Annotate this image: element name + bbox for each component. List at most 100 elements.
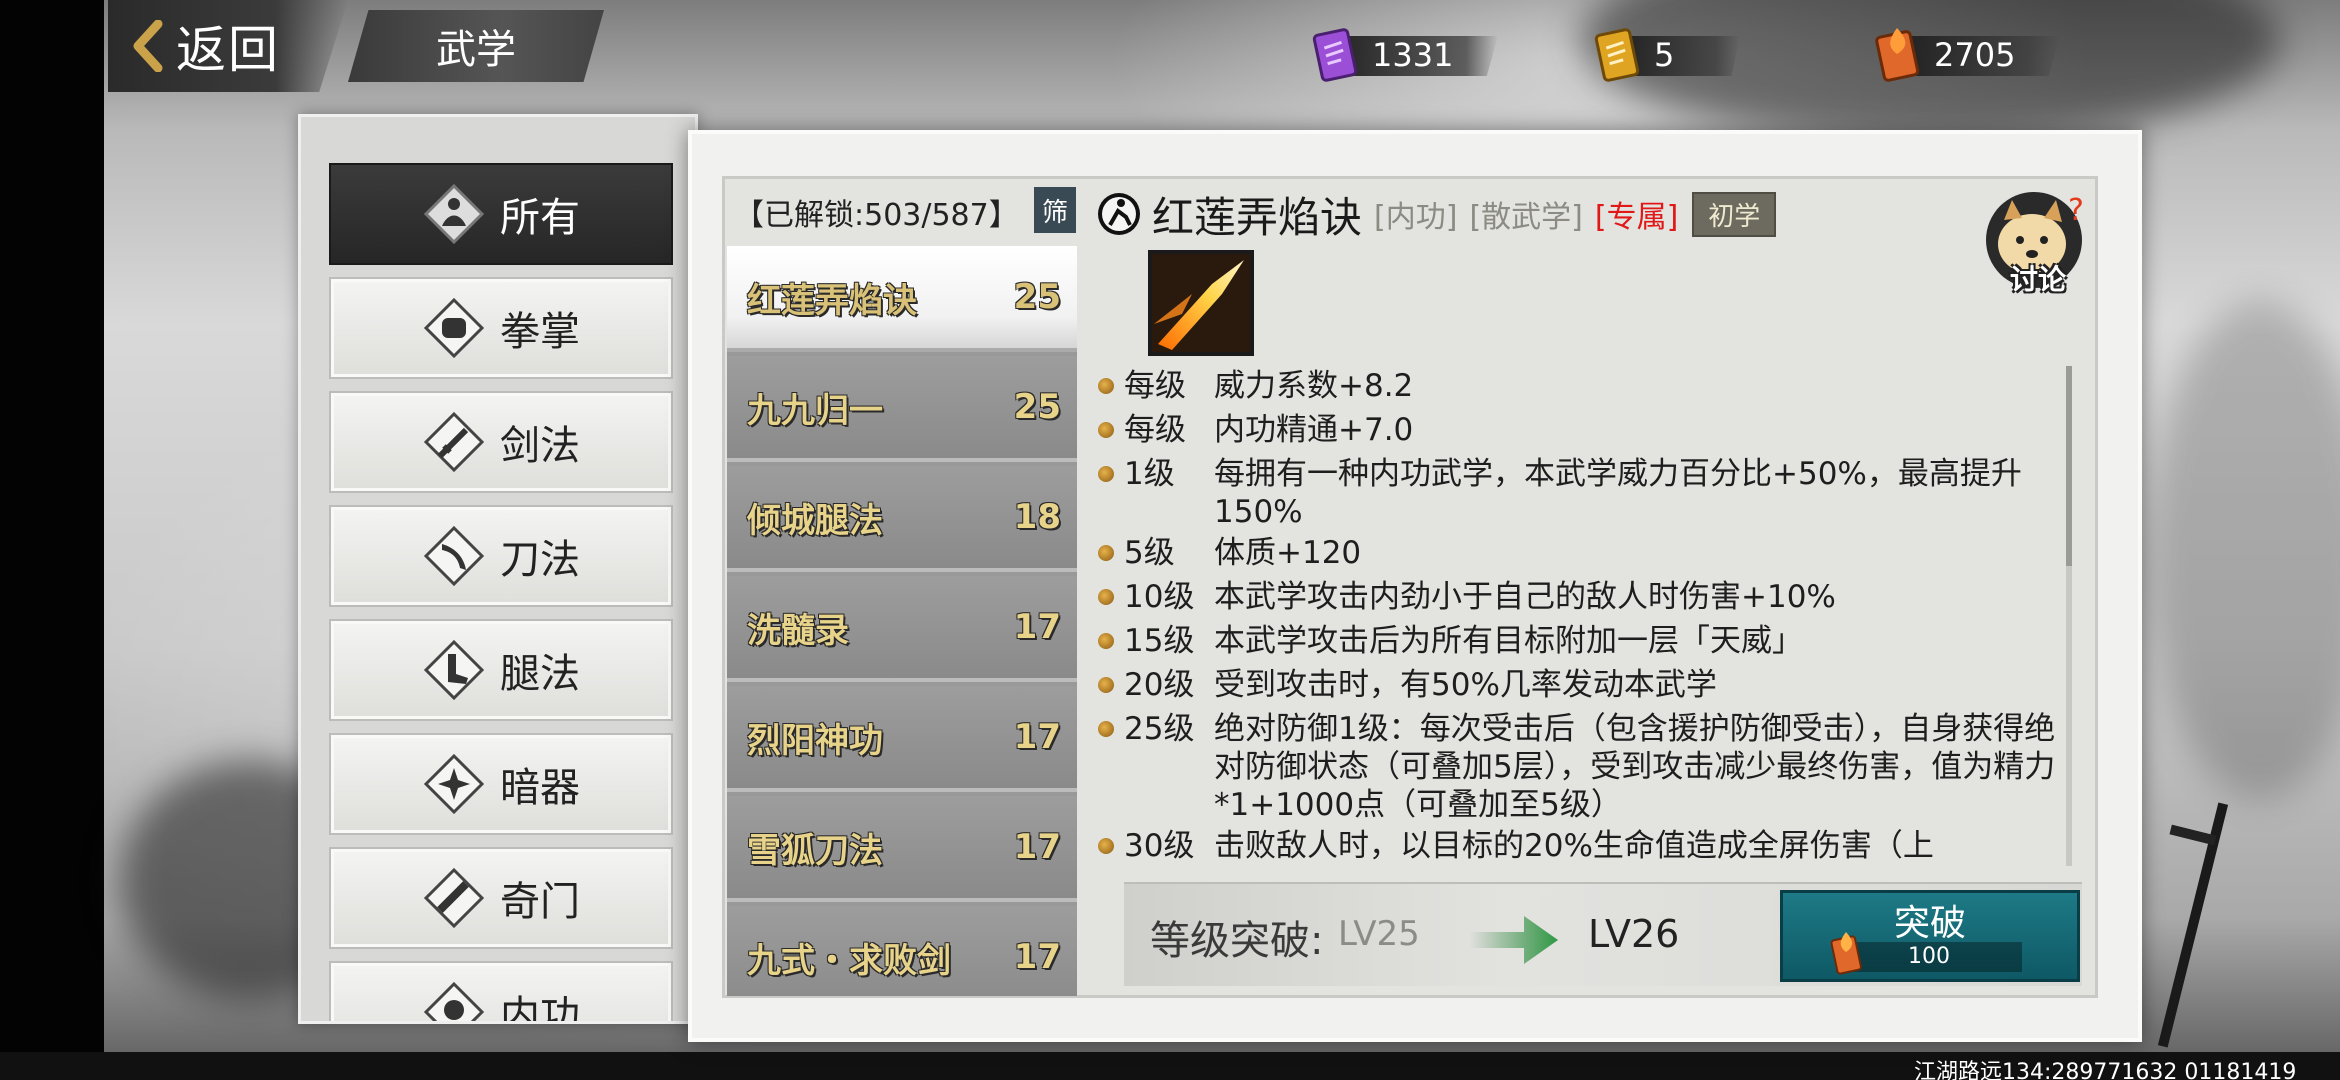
back-button[interactable]: 返回 [108, 0, 348, 92]
effect-row: 每级 内功精通+7.0 [1098, 408, 2058, 452]
category-label: 奇门 [500, 879, 580, 925]
skill-level: 25 [1013, 277, 1061, 317]
category-inner-power[interactable]: 内功 [329, 961, 673, 1021]
bullet-icon [1098, 378, 1114, 394]
bullet-icon [1098, 677, 1114, 693]
skill-level: 17 [1013, 607, 1061, 647]
effect-level: 每级 [1124, 412, 1186, 448]
game-screen: 返回 武学 1331 5 2705 所有 拳掌 剑法 刀法 腿法 暗器 奇门 内… [0, 0, 2340, 1080]
effect-text: 击败敌人时，以目标的20%生命值造成全屏伤害（上 [1214, 828, 1934, 864]
arrow-right-icon [1470, 916, 1558, 964]
current-level: LV25 [1338, 914, 1420, 954]
effect-row: 10级 本武学攻击内劲小于自己的敌人时伤害+10% [1098, 575, 2058, 619]
skill-title-row: 红莲弄焰诀 [内功] [散武学] [专属] 初学 [1096, 186, 1777, 242]
skill-tag-exclusive: [专属] [1594, 200, 1679, 235]
skill-name: 雪狐刀法 [747, 830, 883, 871]
effect-row: 每级 威力系数+8.2 [1098, 364, 2058, 408]
effect-text: 内功精通+7.0 [1214, 412, 1414, 448]
skill-list-item[interactable]: 红莲弄焰诀 25 [727, 246, 1077, 352]
bullet-icon [1098, 721, 1114, 737]
category-sword[interactable]: 剑法 [329, 391, 673, 493]
shuriken-icon [423, 753, 485, 815]
category-all[interactable]: 所有 [329, 163, 673, 265]
effect-text: 威力系数+8.2 [1214, 368, 1414, 404]
skill-tag-category: [散武学] [1469, 200, 1583, 235]
bullet-icon [1098, 838, 1114, 854]
currency-gold[interactable]: 5 [1590, 24, 1740, 86]
category-label: 所有 [500, 195, 580, 241]
effect-row: 15级 本武学攻击后为所有目标附加一层「天威」 [1098, 619, 2058, 663]
effect-row: 30级 击败敌人时，以目标的20%生命值造成全屏伤害（上 [1098, 824, 2058, 868]
skill-name: 九式・求败剑 [747, 940, 951, 981]
skill-name: 洗髓录 [747, 610, 849, 651]
effects-scrollbar-thumb[interactable] [2066, 366, 2072, 566]
bullet-icon [1098, 422, 1114, 438]
skill-level: 17 [1013, 717, 1061, 757]
skill-list-item[interactable]: 九九归一 25 [727, 356, 1077, 462]
effect-level: 10级 [1124, 579, 1195, 615]
category-label: 腿法 [500, 651, 580, 697]
kick-icon [423, 639, 485, 701]
skill-list-item[interactable]: 烈阳神功 17 [727, 686, 1077, 792]
unlocked-count: 【已解锁:503/587】 [734, 198, 1019, 233]
inner-power-icon [423, 981, 485, 1021]
effect-level: 15级 [1124, 623, 1195, 659]
screen-letterbox [0, 0, 104, 1080]
effect-text: 本武学攻击内劲小于自己的敌人时伤害+10% [1214, 579, 1836, 615]
effect-row: 5级 体质+120 [1098, 531, 2058, 575]
effect-text: 体质+120 [1214, 535, 1362, 571]
category-panel: 所有 拳掌 剑法 刀法 腿法 暗器 奇门 内功 [298, 114, 698, 1024]
fist-icon [423, 297, 485, 359]
category-blade[interactable]: 刀法 [329, 505, 673, 607]
category-label: 暗器 [500, 765, 580, 811]
purple-scroll-icon [1312, 28, 1358, 82]
effect-row: 20级 受到攻击时，有50%几率发动本武学 [1098, 663, 2058, 707]
currency-value: 2705 [1934, 36, 2016, 74]
effect-row: 25级 绝对防御1级：每次受击后（包含援护防御受击），自身获得绝对防御状态（可叠… [1098, 707, 2058, 824]
category-kick[interactable]: 腿法 [329, 619, 673, 721]
category-label: 剑法 [500, 423, 580, 469]
skill-list-item[interactable]: 洗髓录 17 [727, 576, 1077, 682]
blade-icon [423, 525, 485, 587]
effect-level: 1级 [1124, 456, 1175, 492]
category-label: 拳掌 [500, 309, 580, 355]
skill-icon [1148, 250, 1254, 356]
effect-level: 30级 [1124, 828, 1195, 864]
bullet-icon [1098, 466, 1114, 482]
effect-level: 20级 [1124, 667, 1195, 703]
bullet-icon [1098, 633, 1114, 649]
filter-button[interactable]: 筛 [1034, 187, 1076, 233]
category-fist[interactable]: 拳掌 [329, 277, 673, 379]
skill-level: 17 [1013, 827, 1061, 867]
skill-tag-type: [内功] [1374, 200, 1458, 235]
skill-list-item[interactable]: 九式・求败剑 17 [727, 906, 1077, 996]
skill-name: 烈阳神功 [747, 720, 883, 761]
skill-list-item[interactable]: 雪狐刀法 17 [727, 796, 1077, 902]
breakthrough-cost: 100 [1908, 944, 1950, 969]
effect-text: 每拥有一种内功武学，本武学威力百分比+50%，最高提升150% [1214, 456, 2022, 530]
skill-list-item[interactable]: 倾城腿法 18 [727, 466, 1077, 572]
watermark: 江湖路远134:289771632 01181419 [1914, 1060, 2297, 1080]
sword-icon [423, 411, 485, 473]
flame-scroll-icon [1875, 28, 1920, 82]
sword-decoration-icon [2157, 802, 2229, 1048]
currency-purple[interactable]: 1331 [1308, 24, 1498, 86]
inner-power-type-icon [1098, 193, 1140, 235]
gold-scroll-icon [1594, 28, 1640, 82]
currency-flame[interactable]: 2705 [1870, 24, 2060, 86]
meditation-icon [423, 183, 485, 245]
skill-title: 红莲弄焰诀 [1152, 192, 1363, 242]
skill-level: 17 [1013, 937, 1061, 977]
effect-text: 受到攻击时，有50%几率发动本武学 [1214, 667, 1717, 703]
breakthrough-button-label: 突破 [1894, 903, 1967, 944]
page-title: 武学 [348, 10, 604, 82]
category-hidden-weapon[interactable]: 暗器 [329, 733, 673, 835]
category-special[interactable]: 奇门 [329, 847, 673, 949]
currency-value: 5 [1654, 36, 1675, 74]
breakthrough-label: 等级突破: [1150, 918, 1324, 964]
ink-mountain [2150, 300, 2340, 800]
skill-level: 25 [1013, 387, 1061, 427]
flame-slash-icon [1152, 254, 1250, 352]
back-label: 返回 [176, 21, 280, 79]
next-level: LV26 [1588, 912, 1680, 956]
